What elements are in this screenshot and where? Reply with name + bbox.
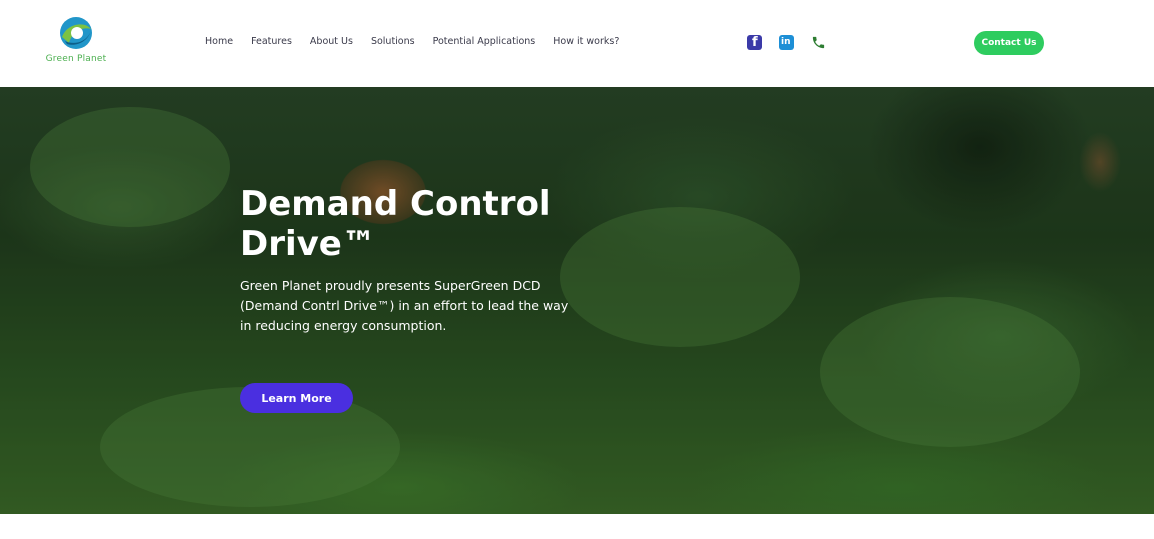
facebook-icon[interactable]: f — [747, 35, 762, 50]
site-header: Green Planet Home Features About Us Solu… — [0, 0, 1154, 87]
social-links: f in — [747, 35, 843, 50]
contact-us-button[interactable]: Contact Us — [974, 31, 1044, 55]
learn-more-button[interactable]: Learn More — [240, 383, 353, 413]
logo-globe-icon — [60, 17, 92, 49]
hero-description: Green Planet proudly presents SuperGreen… — [240, 278, 569, 333]
nav-features[interactable]: Features — [251, 36, 292, 47]
nav-potential-applications[interactable]: Potential Applications — [433, 36, 536, 47]
hero-banner: Demand Control Drive™ Green Planet proud… — [0, 87, 1154, 514]
logo[interactable]: Green Planet — [37, 15, 115, 67]
nav-how-it-works[interactable]: How it works? — [553, 36, 619, 47]
hero-title: Demand Control Drive™ — [240, 184, 551, 264]
nav-solutions[interactable]: Solutions — [371, 36, 415, 47]
main-nav: Home Features About Us Solutions Potenti… — [205, 36, 637, 47]
nav-about-us[interactable]: About Us — [310, 36, 353, 47]
hero-overlay — [0, 87, 1154, 514]
logo-text: Green Planet — [45, 54, 107, 64]
linkedin-icon[interactable]: in — [779, 35, 794, 50]
phone-icon[interactable] — [811, 35, 826, 50]
nav-home[interactable]: Home — [205, 36, 233, 47]
